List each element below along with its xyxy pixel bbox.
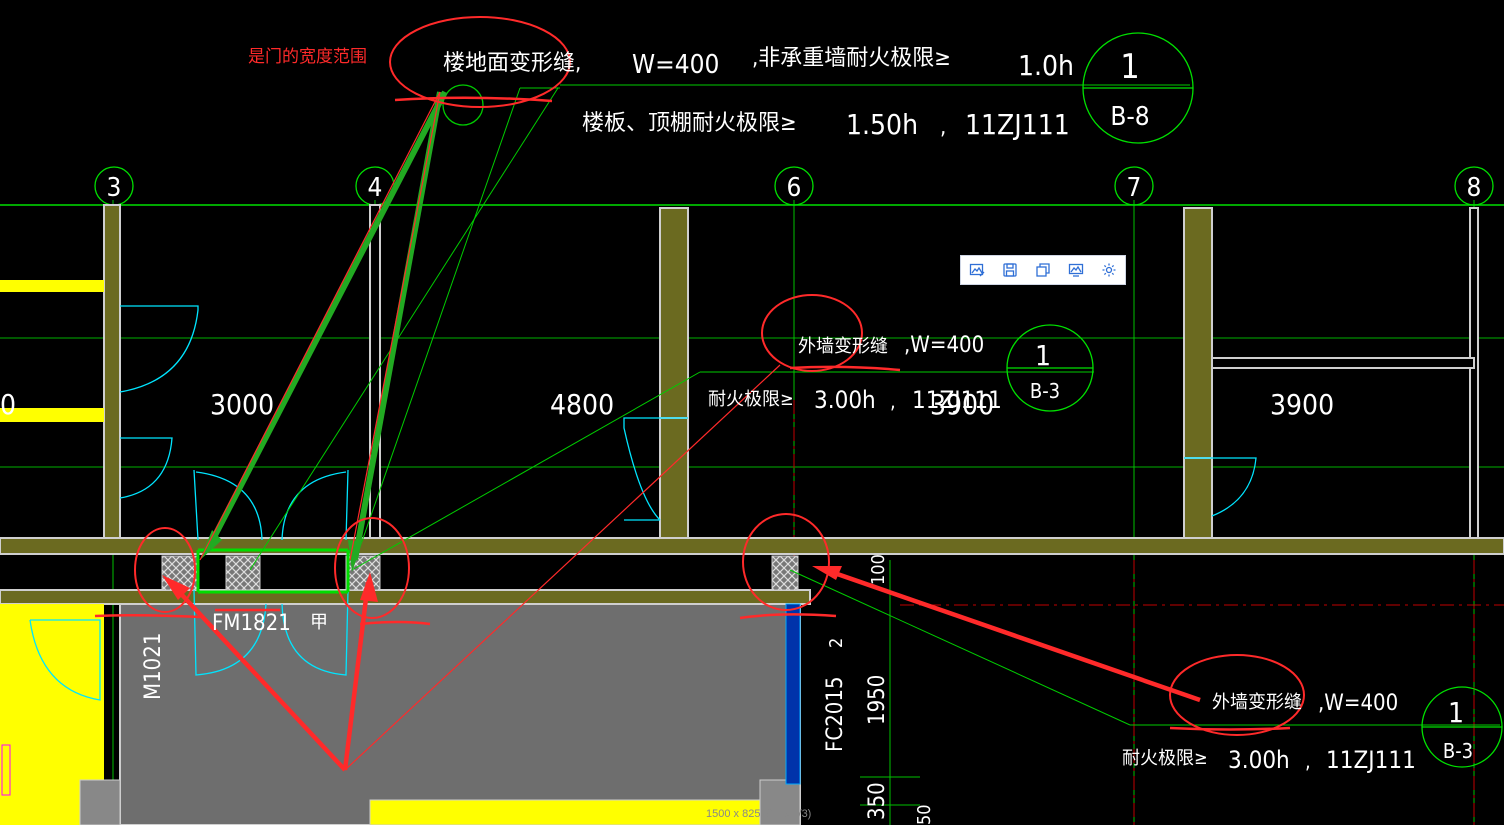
- axis-label-6: 6: [787, 173, 802, 203]
- door-tag-m1021: M1021: [141, 633, 166, 700]
- detail1-num: 1: [1120, 47, 1139, 87]
- image-view-icon: [1068, 263, 1083, 277]
- image-edit-button[interactable]: [964, 258, 990, 282]
- detail3-atlas: 11ZJ111: [1326, 746, 1416, 774]
- detail3-sep: ,: [1305, 749, 1311, 773]
- axis-label-4: 4: [368, 173, 383, 203]
- detail2-fire-value: 3.00h: [814, 386, 876, 414]
- detail1-floor-label: 楼板、顶棚耐火极限≥: [582, 111, 797, 136]
- detail3-width: ,W=400: [1318, 691, 1398, 716]
- detail1-atlas: 11ZJ111: [965, 108, 1070, 141]
- annotation-note: 是门的宽度范围: [248, 47, 367, 67]
- detail1-sep: ,: [940, 115, 946, 140]
- detail1-sheet: B-8: [1110, 102, 1149, 132]
- axis-label-3: 3: [107, 173, 122, 203]
- door-tag-suffix: 甲: [310, 612, 328, 633]
- detail1-wall-value: 1.0h: [1018, 49, 1074, 82]
- axis-label-7: 7: [1127, 173, 1142, 203]
- detail2-sheet: B-3: [1030, 379, 1060, 403]
- detail3-fire-label: 耐火极限≥: [1122, 748, 1208, 769]
- dimension-0: 0: [0, 388, 16, 421]
- copy-icon: [1036, 263, 1050, 277]
- cad-drawing-canvas[interactable]: 3 4 6 7 8 楼地面变形缝, W=400 ,非承重墙耐火极限≥ 1.0h …: [0, 0, 1504, 825]
- horizontal-axis-lines: [0, 204, 1504, 549]
- door-tag-fm1821: FM1821: [212, 611, 291, 636]
- dim-100: 100: [868, 554, 889, 585]
- detail1-label: 楼地面变形缝,: [443, 51, 581, 76]
- detail1-wall-label: ,非承重墙耐火极限≥: [752, 46, 951, 71]
- detail2-width: ,W=400: [904, 333, 984, 358]
- detail1-width: W=400: [632, 50, 719, 80]
- detail3-sheet: B-3: [1443, 739, 1473, 763]
- window-tag-fc2015: FC2015: [823, 676, 848, 752]
- image-size-status: 1500 x 825 @1 x 5/3): [706, 808, 812, 820]
- save-icon: [1003, 263, 1017, 277]
- detail2-label: 外墙变形缝: [798, 336, 888, 357]
- detail3-num: 1: [1448, 696, 1464, 729]
- image-toolbar: [960, 255, 1126, 285]
- detail1-floor-value: 1.50h: [846, 108, 918, 141]
- detail3-label: 外墙变形缝: [1212, 692, 1302, 713]
- detail2-num: 1: [1035, 339, 1051, 372]
- gray-room: [0, 603, 801, 825]
- door-frame-highlight: [196, 548, 350, 594]
- copy-button[interactable]: [1030, 258, 1056, 282]
- dimension-3900b: 3900: [1270, 388, 1334, 421]
- dimension-4800: 4800: [550, 388, 614, 421]
- dim-1950: 1950: [865, 675, 890, 725]
- dim-50: 50: [914, 804, 935, 825]
- expansion-joints: [161, 555, 799, 591]
- axis-label-8: 8: [1467, 173, 1482, 203]
- settings-icon: [1102, 263, 1116, 277]
- save-button[interactable]: [997, 258, 1023, 282]
- green-arrows: [207, 90, 448, 561]
- image-edit-icon: [970, 263, 985, 277]
- detail3-fire-value: 3.00h: [1228, 746, 1290, 774]
- dimension-3900a: 3900: [930, 388, 994, 421]
- detail2-fire-label: 耐火极限≥: [708, 389, 794, 410]
- dim-350: 350: [865, 782, 890, 820]
- settings-button[interactable]: [1096, 258, 1122, 282]
- detail2-sep: ,: [890, 389, 896, 413]
- dimension-3000: 3000: [210, 388, 274, 421]
- image-view-button[interactable]: [1063, 258, 1089, 282]
- dim-2: 2: [826, 638, 847, 648]
